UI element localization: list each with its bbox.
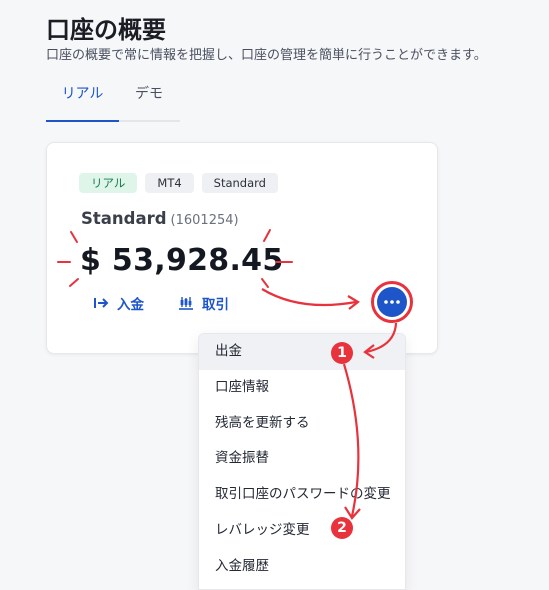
candlestick-chart-icon bbox=[179, 297, 193, 310]
menu-item-account-info[interactable]: 口座情報 bbox=[199, 370, 405, 406]
menu-item-fund-transfer[interactable]: 資金振替 bbox=[199, 441, 405, 477]
deposit-button[interactable]: 入金 bbox=[93, 293, 144, 313]
tab-demo[interactable]: デモ bbox=[119, 84, 179, 122]
account-type-tabs: リアル デモ bbox=[46, 84, 180, 122]
account-options-menu: 出金 口座情報 残高を更新する 資金振替 取引口座のパスワードの変更 レバレッジ… bbox=[198, 333, 406, 590]
more-options-button[interactable] bbox=[377, 287, 407, 317]
account-balance: $ 53,928.45 bbox=[80, 243, 284, 278]
menu-item-change-password[interactable]: 取引口座のパスワードの変更 bbox=[199, 477, 405, 513]
page-title: 口座の概要 bbox=[46, 16, 166, 44]
badge-account-type: Standard bbox=[201, 173, 278, 193]
account-name-text: Standard bbox=[81, 209, 167, 228]
trade-button[interactable]: 取引 bbox=[178, 293, 229, 313]
account-badges: リアル MT4 Standard bbox=[79, 173, 278, 193]
badge-platform: MT4 bbox=[145, 173, 194, 193]
menu-item-refresh-balance[interactable]: 残高を更新する bbox=[199, 406, 405, 442]
menu-item-change-leverage[interactable]: レバレッジ変更 bbox=[199, 513, 405, 549]
more-dots-icon bbox=[384, 300, 400, 304]
menu-item-deposit-history[interactable]: 入金履歴 bbox=[199, 549, 405, 585]
page-subtitle: 口座の概要で常に情報を把握し、口座の管理を簡単に行うことができます。 bbox=[46, 48, 487, 63]
deposit-arrow-icon bbox=[94, 298, 109, 308]
trade-label: 取引 bbox=[202, 297, 229, 313]
account-card: リアル MT4 Standard Standard (1601254) $ 53,… bbox=[46, 142, 438, 354]
deposit-label: 入金 bbox=[117, 297, 144, 313]
menu-item-withdraw[interactable]: 出金 bbox=[199, 334, 405, 370]
step-1-marker: 1 bbox=[331, 342, 353, 364]
step-2-marker: 2 bbox=[331, 517, 353, 539]
badge-real: リアル bbox=[79, 173, 138, 193]
tab-real[interactable]: リアル bbox=[46, 84, 119, 122]
account-name: Standard (1601254) bbox=[81, 209, 239, 228]
card-actions: 入金 取引 bbox=[93, 293, 229, 313]
account-id: (1601254) bbox=[170, 213, 239, 228]
